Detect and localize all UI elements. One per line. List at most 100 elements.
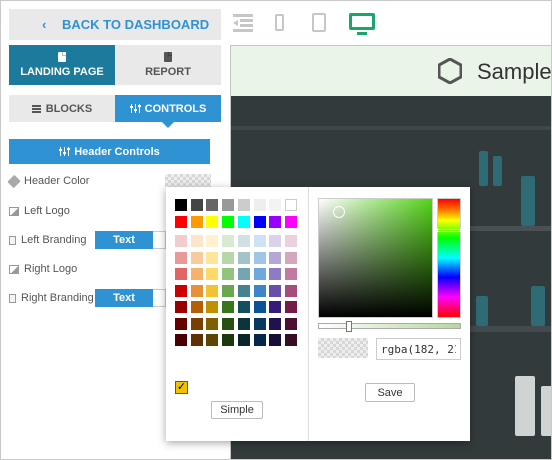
preview-header[interactable]: Sample: [231, 45, 551, 96]
color-swatch[interactable]: [190, 251, 203, 264]
color-swatch[interactable]: [269, 251, 282, 264]
color-swatch[interactable]: [269, 268, 282, 280]
hue-handle[interactable]: [437, 229, 461, 232]
subtab-controls[interactable]: CONTROLS: [115, 95, 221, 128]
color-swatch[interactable]: [237, 199, 250, 211]
color-swatch[interactable]: [190, 215, 203, 228]
color-swatch[interactable]: [237, 334, 250, 346]
right-branding-field[interactable]: [153, 289, 166, 307]
color-swatch[interactable]: [284, 317, 297, 330]
desktop-icon[interactable]: [349, 13, 375, 35]
color-swatch[interactable]: [237, 317, 250, 330]
outdent-icon[interactable]: [233, 14, 253, 32]
color-swatch[interactable]: [190, 268, 203, 280]
color-swatch[interactable]: [237, 251, 250, 264]
tab-landing-page[interactable]: LANDING PAGE: [9, 45, 115, 85]
header-color-swatch[interactable]: [165, 174, 211, 188]
color-swatch[interactable]: [175, 268, 187, 280]
color-swatch[interactable]: [237, 235, 250, 247]
color-swatch[interactable]: [175, 334, 187, 346]
alpha-slider[interactable]: [318, 323, 461, 329]
color-swatch[interactable]: [190, 284, 203, 297]
color-swatch[interactable]: [206, 284, 219, 297]
color-swatch[interactable]: [206, 268, 219, 280]
color-swatch[interactable]: [284, 199, 297, 211]
saturation-handle[interactable]: [333, 206, 345, 218]
color-swatch[interactable]: [253, 199, 266, 211]
color-swatch[interactable]: [222, 284, 235, 297]
saturation-value-area[interactable]: [318, 198, 433, 318]
color-swatch[interactable]: [284, 334, 297, 346]
color-swatch[interactable]: [253, 317, 266, 330]
color-swatch[interactable]: [175, 215, 187, 228]
color-swatch[interactable]: [206, 251, 219, 264]
color-swatch[interactable]: [222, 301, 235, 313]
color-swatch[interactable]: [253, 235, 266, 247]
selected-swatch-check-icon[interactable]: ✓: [175, 381, 188, 394]
color-swatch[interactable]: [253, 268, 266, 280]
color-swatch[interactable]: [222, 268, 235, 280]
color-swatch[interactable]: [175, 235, 187, 247]
color-swatch[interactable]: [206, 334, 219, 346]
color-swatch[interactable]: [237, 268, 250, 280]
color-swatch[interactable]: [190, 199, 203, 211]
document-icon: [58, 52, 66, 62]
save-button[interactable]: Save: [365, 383, 415, 402]
color-swatch[interactable]: [190, 301, 203, 313]
color-swatch[interactable]: [237, 284, 250, 297]
color-swatch[interactable]: [284, 215, 297, 228]
color-swatch[interactable]: [175, 317, 187, 330]
color-swatch[interactable]: [222, 317, 235, 330]
alpha-handle[interactable]: [346, 321, 352, 332]
color-swatch[interactable]: [269, 215, 282, 228]
color-swatch[interactable]: [253, 284, 266, 297]
color-swatch[interactable]: [284, 251, 297, 264]
rgba-input[interactable]: [376, 338, 461, 360]
color-swatch[interactable]: [222, 215, 235, 228]
color-swatch[interactable]: [206, 215, 219, 228]
color-swatch[interactable]: [206, 199, 219, 211]
color-swatch[interactable]: [175, 251, 187, 264]
hue-slider[interactable]: [437, 198, 461, 318]
color-swatch[interactable]: [175, 284, 187, 297]
color-swatch[interactable]: [269, 334, 282, 346]
color-swatch[interactable]: [253, 215, 266, 228]
color-swatch[interactable]: [284, 268, 297, 280]
color-swatch[interactable]: [190, 235, 203, 247]
color-swatch[interactable]: [237, 301, 250, 313]
color-swatch[interactable]: [284, 235, 297, 247]
color-swatch[interactable]: [253, 301, 266, 313]
color-swatch[interactable]: [206, 317, 219, 330]
color-swatch[interactable]: [222, 251, 235, 264]
color-swatch[interactable]: [284, 301, 297, 313]
color-swatch[interactable]: [222, 235, 235, 247]
color-swatch[interactable]: [253, 251, 266, 264]
tab-report-label: REPORT: [145, 66, 191, 78]
color-swatch[interactable]: [190, 317, 203, 330]
tablet-icon[interactable]: [312, 13, 326, 32]
left-branding-text-button[interactable]: Text: [95, 231, 153, 249]
color-swatch[interactable]: [253, 334, 266, 346]
color-swatch[interactable]: [175, 199, 187, 211]
color-swatch[interactable]: [190, 334, 203, 346]
color-swatch[interactable]: [206, 235, 219, 247]
color-swatch[interactable]: [237, 215, 250, 228]
header-controls-button[interactable]: Header Controls: [9, 139, 210, 164]
tab-report[interactable]: REPORT: [115, 45, 221, 85]
mobile-icon[interactable]: [275, 14, 284, 31]
subtab-blocks[interactable]: BLOCKS: [9, 95, 115, 122]
right-branding-text-button[interactable]: Text: [95, 289, 153, 307]
color-swatch[interactable]: [284, 284, 297, 297]
color-swatch[interactable]: [222, 199, 235, 211]
simple-mode-button[interactable]: Simple: [211, 401, 263, 419]
back-to-dashboard-button[interactable]: ‹ BACK TO DASHBOARD: [9, 9, 221, 40]
color-swatch[interactable]: [269, 235, 282, 247]
color-swatch[interactable]: [269, 284, 282, 297]
color-swatch[interactable]: [269, 301, 282, 313]
color-swatch[interactable]: [175, 301, 187, 313]
color-swatch[interactable]: [269, 317, 282, 330]
left-branding-field[interactable]: [153, 231, 166, 249]
color-swatch[interactable]: [206, 301, 219, 313]
color-swatch[interactable]: [222, 334, 235, 346]
color-swatch[interactable]: [269, 199, 282, 211]
